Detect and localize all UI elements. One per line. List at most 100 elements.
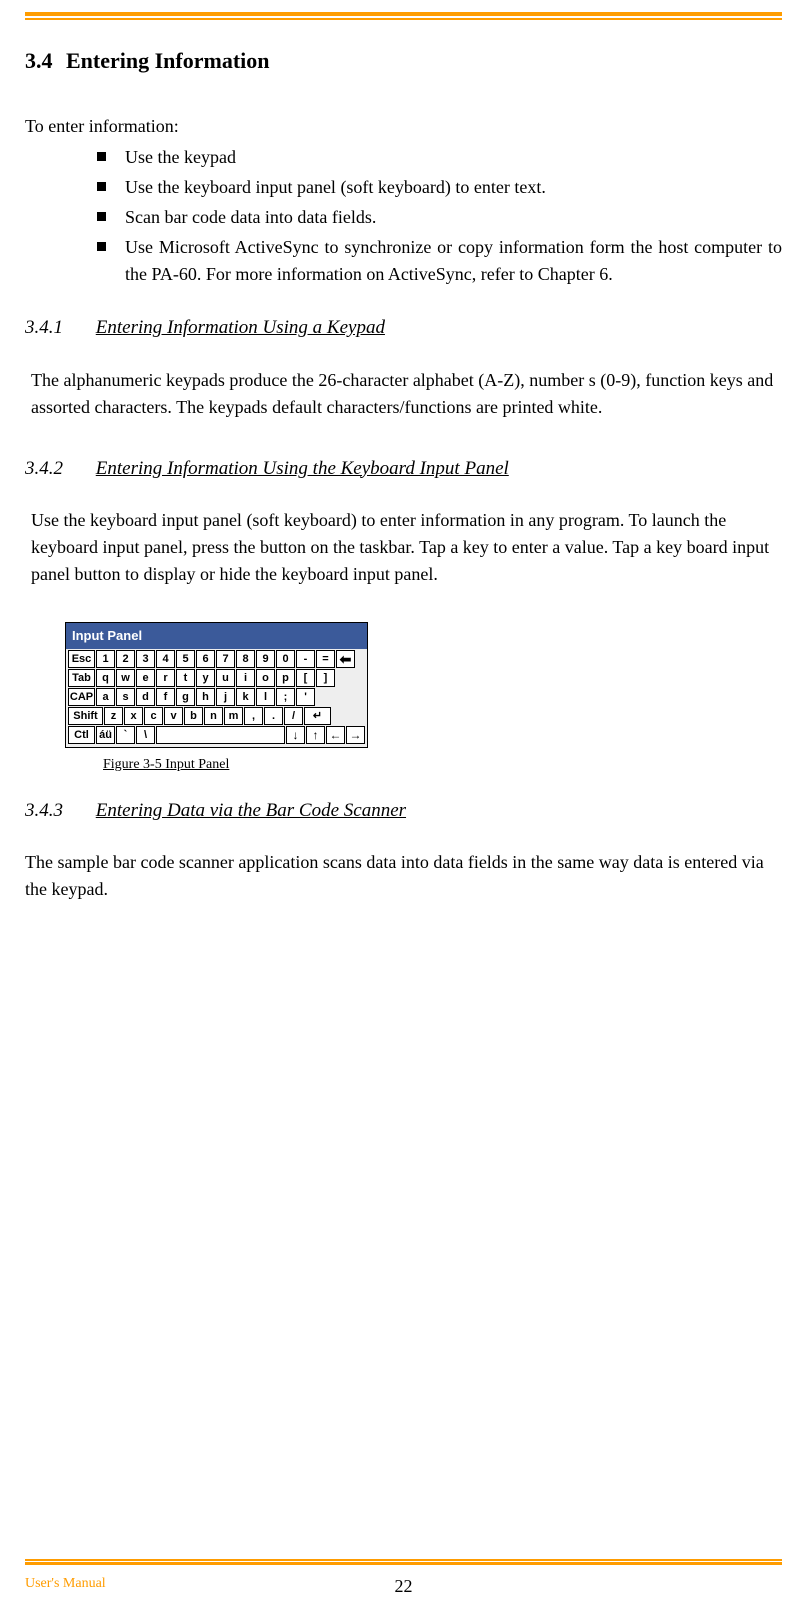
list-item-text: Use the keypad <box>125 147 236 167</box>
footer-doc-title: User's Manual <box>25 1573 106 1594</box>
key-arrow-up[interactable]: ↑ <box>306 726 325 744</box>
key-comma[interactable]: , <box>244 707 263 725</box>
key-n[interactable]: n <box>204 707 223 725</box>
key-space[interactable] <box>156 726 285 744</box>
subsection-heading: 3.4.2 Entering Information Using the Key… <box>25 455 782 484</box>
key-0[interactable]: 0 <box>276 650 295 668</box>
key-m[interactable]: m <box>224 707 243 725</box>
key-1[interactable]: 1 <box>96 650 115 668</box>
key-y[interactable]: y <box>196 669 215 687</box>
key-f[interactable]: f <box>156 688 175 706</box>
key-tab[interactable]: Tab <box>68 669 95 687</box>
kb-row-5: Ctl áü ` \ ↓ ↑ ← → <box>68 726 365 744</box>
key-9[interactable]: 9 <box>256 650 275 668</box>
section-number: 3.4 <box>25 48 53 73</box>
key-ctrl[interactable]: Ctl <box>68 726 95 744</box>
subsection-title: Entering Information Using the Keyboard … <box>96 458 509 479</box>
key-apostrophe[interactable]: ' <box>296 688 315 706</box>
key-period[interactable]: . <box>264 707 283 725</box>
key-l[interactable]: l <box>256 688 275 706</box>
page-number: 22 <box>395 1573 413 1600</box>
list-item-text: Use Microsoft ActiveSync to synchronize … <box>125 237 782 284</box>
key-r[interactable]: r <box>156 669 175 687</box>
kb-row-4: Shift z x c v b n m , . / ↵ <box>68 707 365 725</box>
subsection-title: Entering Information Using a Keypad <box>96 317 385 338</box>
key-c[interactable]: c <box>144 707 163 725</box>
key-5[interactable]: 5 <box>176 650 195 668</box>
key-arrow-left[interactable]: ← <box>326 726 345 744</box>
key-shift[interactable]: Shift <box>68 707 103 725</box>
list-item-text: Use the keyboard input panel (soft keybo… <box>125 177 546 197</box>
key-x[interactable]: x <box>124 707 143 725</box>
key-e[interactable]: e <box>136 669 155 687</box>
key-arrow-down[interactable]: ↓ <box>286 726 305 744</box>
key-o[interactable]: o <box>256 669 275 687</box>
key-k[interactable]: k <box>236 688 255 706</box>
key-h[interactable]: h <box>196 688 215 706</box>
key-2[interactable]: 2 <box>116 650 135 668</box>
subsection-heading: 3.4.3 Entering Data via the Bar Code Sca… <box>25 797 782 826</box>
kb-row-3: CAP a s d f g h j k l ; ' <box>68 688 365 706</box>
section-title: Entering Information <box>66 48 270 73</box>
key-intl[interactable]: áü <box>96 726 115 744</box>
key-p[interactable]: p <box>276 669 295 687</box>
key-backspace[interactable]: ⬅ <box>336 650 355 668</box>
key-backtick[interactable]: ` <box>116 726 135 744</box>
subsection-body: The alphanumeric keypads produce the 26-… <box>31 367 778 421</box>
subsection-body: Use the keyboard input panel (soft keybo… <box>31 507 778 588</box>
list-item: Use Microsoft ActiveSync to synchronize … <box>97 234 782 288</box>
footer-rule-thick <box>25 1562 782 1565</box>
key-g[interactable]: g <box>176 688 195 706</box>
key-w[interactable]: w <box>116 669 135 687</box>
figure-caption: Figure 3-5 Input Panel <box>103 754 782 775</box>
key-6[interactable]: 6 <box>196 650 215 668</box>
list-item: Use the keypad <box>97 144 782 171</box>
list-item: Scan bar code data into data fields. <box>97 204 782 231</box>
subsection-number: 3.4.2 <box>25 455 63 484</box>
section-heading: 3.4 Entering Information <box>25 44 782 77</box>
key-enter[interactable]: ↵ <box>304 707 331 725</box>
key-b[interactable]: b <box>184 707 203 725</box>
subsection-number: 3.4.3 <box>25 797 63 826</box>
key-equals[interactable]: = <box>316 650 335 668</box>
key-j[interactable]: j <box>216 688 235 706</box>
subsection-body: The sample bar code scanner application … <box>25 849 778 903</box>
list-item-text: Scan bar code data into data fields. <box>125 207 376 227</box>
key-u[interactable]: u <box>216 669 235 687</box>
list-item: Use the keyboard input panel (soft keybo… <box>97 174 782 201</box>
header-rule-thin <box>25 18 782 20</box>
key-backslash[interactable]: \ <box>136 726 155 744</box>
subsection-heading: 3.4.1 Entering Information Using a Keypa… <box>25 314 782 343</box>
subsection-title: Entering Data via the Bar Code Scanner <box>96 800 406 821</box>
key-rbracket[interactable]: ] <box>316 669 335 687</box>
key-caps[interactable]: CAP <box>68 688 95 706</box>
intro-text: To enter information: <box>25 113 782 140</box>
key-d[interactable]: d <box>136 688 155 706</box>
key-semicolon[interactable]: ; <box>276 688 295 706</box>
key-slash[interactable]: / <box>284 707 303 725</box>
key-minus[interactable]: - <box>296 650 315 668</box>
key-arrow-right[interactable]: → <box>346 726 365 744</box>
figure-input-panel: Input Panel Esc 1 2 3 4 5 6 7 8 9 0 - = … <box>65 622 782 775</box>
key-a[interactable]: a <box>96 688 115 706</box>
key-v[interactable]: v <box>164 707 183 725</box>
input-panel-window: Input Panel Esc 1 2 3 4 5 6 7 8 9 0 - = … <box>65 622 368 748</box>
key-lbracket[interactable]: [ <box>296 669 315 687</box>
subsection-number: 3.4.1 <box>25 314 63 343</box>
key-q[interactable]: q <box>96 669 115 687</box>
page-footer: User's Manual 22 <box>0 1559 807 1594</box>
key-t[interactable]: t <box>176 669 195 687</box>
kb-row-1: Esc 1 2 3 4 5 6 7 8 9 0 - = ⬅ <box>68 650 365 668</box>
key-esc[interactable]: Esc <box>68 650 95 668</box>
header-rule-thick <box>25 12 782 16</box>
key-7[interactable]: 7 <box>216 650 235 668</box>
key-s[interactable]: s <box>116 688 135 706</box>
key-z[interactable]: z <box>104 707 123 725</box>
key-4[interactable]: 4 <box>156 650 175 668</box>
key-8[interactable]: 8 <box>236 650 255 668</box>
input-panel-titlebar: Input Panel <box>66 623 367 649</box>
footer-rule-thin <box>25 1559 782 1561</box>
key-i[interactable]: i <box>236 669 255 687</box>
key-3[interactable]: 3 <box>136 650 155 668</box>
bullet-list: Use the keypad Use the keyboard input pa… <box>25 144 782 288</box>
